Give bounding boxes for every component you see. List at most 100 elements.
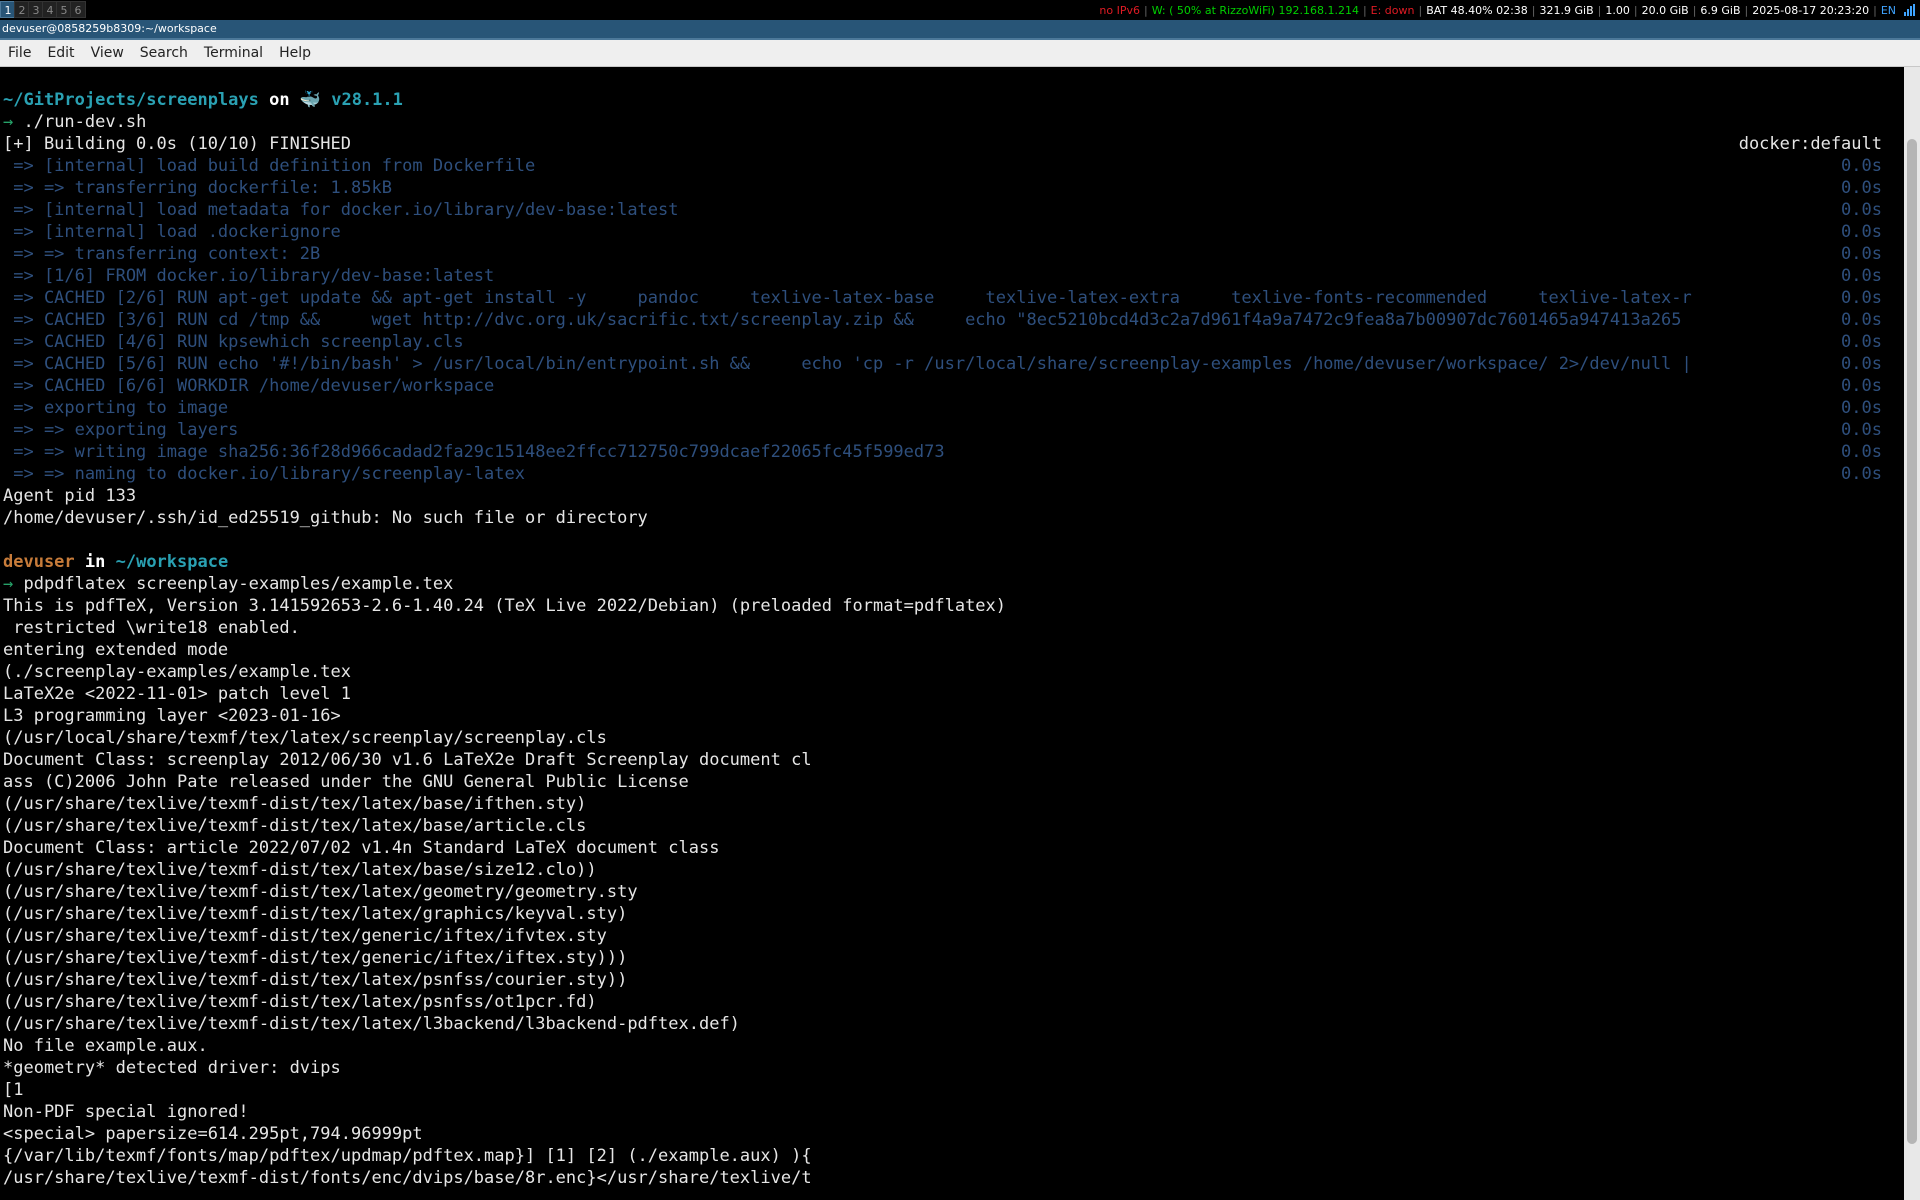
output-line: (/usr/share/texlive/texmf-dist/tex/latex… <box>3 992 597 1012</box>
build-step: => [internal] load build definition from… <box>3 156 536 176</box>
build-step-time: 0.0s <box>1841 244 1882 264</box>
build-step-time: 0.0s <box>1841 222 1882 242</box>
build-step-time: 0.0s <box>1841 178 1882 198</box>
keyboard-layout-status[interactable]: EN <box>1877 4 1900 17</box>
output-line: L3 programming layer <2023-01-16> <box>3 706 341 726</box>
command-text: pdpdflatex screenplay-examples/example.t… <box>13 574 454 594</box>
build-step-time: 0.0s <box>1841 442 1882 462</box>
build-step-time: 0.0s <box>1841 398 1882 418</box>
build-step: => [1/6] FROM docker.io/library/dev-base… <box>3 266 495 286</box>
datetime-status: 2025-08-17 20:23:20 <box>1752 3 1870 17</box>
menubar: File Edit View Search Terminal Help <box>0 40 1920 67</box>
output-line: /usr/share/texlive/texmf-dist/fonts/enc/… <box>3 1168 812 1188</box>
build-step-time: 0.0s <box>1841 332 1882 352</box>
output-line: Agent pid 133 <box>3 486 137 506</box>
output-line: /home/devuser/.ssh/id_ed25519_github: No… <box>3 508 648 528</box>
scrollbar-thumb[interactable] <box>1907 139 1917 1144</box>
window-titlebar[interactable]: devuser@0858259b8309:~/workspace <box>0 20 1920 40</box>
status-area: no IPv6 | W: ( 50% at RizzoWiFi) 192.168.… <box>1095 0 1916 20</box>
build-step: => => transferring dockerfile: 1.85kB <box>3 178 392 198</box>
build-step: => CACHED [3/6] RUN cd /tmp && wget http… <box>3 310 1682 330</box>
output-line: ass (C)2006 John Pate released under the… <box>3 772 689 792</box>
output-line: entering extended mode <box>3 640 229 660</box>
output-line: Non-PDF special ignored! <box>3 1102 249 1122</box>
ipv6-status: no IPv6 <box>1099 3 1140 17</box>
command-line: → pdpdflatex screenplay-examples/example… <box>3 573 453 595</box>
build-step: => [internal] load metadata for docker.i… <box>3 200 679 220</box>
output-line: restricted \write18 enabled. <box>3 618 300 638</box>
output-line: (/usr/share/texlive/texmf-dist/tex/latex… <box>3 816 587 836</box>
output-line: *geometry* detected driver: dvips <box>3 1058 341 1078</box>
build-step-time: 0.0s <box>1841 420 1882 440</box>
menu-file[interactable]: File <box>0 45 39 61</box>
build-step-time: 0.0s <box>1841 156 1882 176</box>
i3-status-bar: 1 2 3 4 5 6 no IPv6 | W: ( 50% at RizzoWi… <box>0 0 1920 20</box>
build-step: => => naming to docker.io/library/screen… <box>3 464 525 484</box>
menu-edit[interactable]: Edit <box>39 45 82 61</box>
prompt-arrow-icon: → <box>3 112 14 132</box>
prompt-in: in <box>74 552 116 572</box>
ethernet-status: E: down <box>1370 3 1415 17</box>
output-line: LaTeX2e <2022-11-01> patch level 1 <box>3 684 351 704</box>
prompt-on: on <box>258 90 300 110</box>
docker-whale-icon: 🐳 <box>299 90 321 110</box>
prompt-line: ~/GitProjects/screenplays on 🐳 v28.1.1 <box>3 89 403 111</box>
build-context: docker:default <box>1738 134 1882 154</box>
output-line: (/usr/share/texlive/texmf-dist/tex/latex… <box>3 794 587 814</box>
output-line: (/usr/share/texlive/texmf-dist/tex/latex… <box>3 860 597 880</box>
output-line: Document Class: screenplay 2012/06/30 v1… <box>3 750 812 770</box>
prompt-path: ~/GitProjects/screenplays <box>3 90 259 110</box>
menu-help[interactable]: Help <box>271 45 319 61</box>
output-line: (/usr/share/texlive/texmf-dist/tex/latex… <box>3 904 628 924</box>
memory-used-status: 20.0 GiB <box>1641 3 1689 17</box>
wifi-status: W: ( 50% at RizzoWiFi) 192.168.1.214 <box>1151 3 1359 17</box>
docker-version: v28.1.1 <box>321 90 403 110</box>
build-step-time: 0.0s <box>1841 310 1882 330</box>
window-title: devuser@0858259b8309:~/workspace <box>2 22 217 35</box>
terminal-scrollbar[interactable] <box>1904 67 1920 1200</box>
load-status: 1.00 <box>1605 3 1630 17</box>
disk-status: 321.9 GiB <box>1539 3 1594 17</box>
build-header: [+] Building 0.0s (10/10) FINISHED <box>3 134 351 154</box>
output-line: (./screenplay-examples/example.tex <box>3 662 351 682</box>
output-line: [1 <box>3 1080 24 1100</box>
build-step: => CACHED [5/6] RUN echo '#!/bin/bash' >… <box>3 354 1692 374</box>
menu-terminal[interactable]: Terminal <box>196 45 271 61</box>
build-step: => CACHED [6/6] WORKDIR /home/devuser/wo… <box>3 376 495 396</box>
build-step-time: 0.0s <box>1841 376 1882 396</box>
output-line: <special> papersize=614.295pt,794.96999p… <box>3 1124 423 1144</box>
memory-free-status: 6.9 GiB <box>1700 3 1741 17</box>
prompt-user: devuser <box>3 552 75 572</box>
output-line: No file example.aux. <box>3 1036 208 1056</box>
signal-bars-icon <box>1904 4 1916 16</box>
output-line: (/usr/share/texlive/texmf-dist/tex/gener… <box>3 948 628 968</box>
command-text: ./run-dev.sh <box>13 112 147 132</box>
output-line: (/usr/local/share/texmf/tex/latex/screen… <box>3 728 607 748</box>
build-step: => => writing image sha256:36f28d966cada… <box>3 442 945 462</box>
build-step-time: 0.0s <box>1841 464 1882 484</box>
menu-view[interactable]: View <box>83 45 132 61</box>
build-step-time: 0.0s <box>1841 354 1882 374</box>
command-line: → ./run-dev.sh <box>3 111 146 133</box>
build-step-time: 0.0s <box>1841 288 1882 308</box>
battery-status: BAT 48.40% 02:38 <box>1426 3 1528 17</box>
prompt-line: devuser in ~/workspace <box>3 551 228 573</box>
workspace-button-6[interactable]: 6 <box>70 1 86 18</box>
build-step: => => transferring context: 2B <box>3 244 321 264</box>
prompt-arrow-icon: → <box>3 574 14 594</box>
build-step: => exporting to image <box>3 398 229 418</box>
output-line: (/usr/share/texlive/texmf-dist/tex/latex… <box>3 882 638 902</box>
output-line: Document Class: article 2022/07/02 v1.4n… <box>3 838 720 858</box>
build-step-time: 0.0s <box>1841 200 1882 220</box>
output-line: (/usr/share/texlive/texmf-dist/tex/gener… <box>3 926 607 946</box>
build-step: => CACHED [4/6] RUN kpsewhich screenplay… <box>3 332 464 352</box>
terminal-output[interactable]: ~/GitProjects/screenplays on 🐳 v28.1.1 →… <box>0 67 1904 1200</box>
output-line: {/var/lib/texmf/fonts/map/pdftex/updmap/… <box>3 1146 812 1166</box>
build-step-time: 0.0s <box>1841 266 1882 286</box>
build-step: => [internal] load .dockerignore <box>3 222 341 242</box>
prompt-path: ~/workspace <box>115 552 229 572</box>
output-line: (/usr/share/texlive/texmf-dist/tex/latex… <box>3 1014 740 1034</box>
output-line: (/usr/share/texlive/texmf-dist/tex/latex… <box>3 970 628 990</box>
build-step: => CACHED [2/6] RUN apt-get update && ap… <box>3 288 1692 308</box>
menu-search[interactable]: Search <box>132 45 196 61</box>
